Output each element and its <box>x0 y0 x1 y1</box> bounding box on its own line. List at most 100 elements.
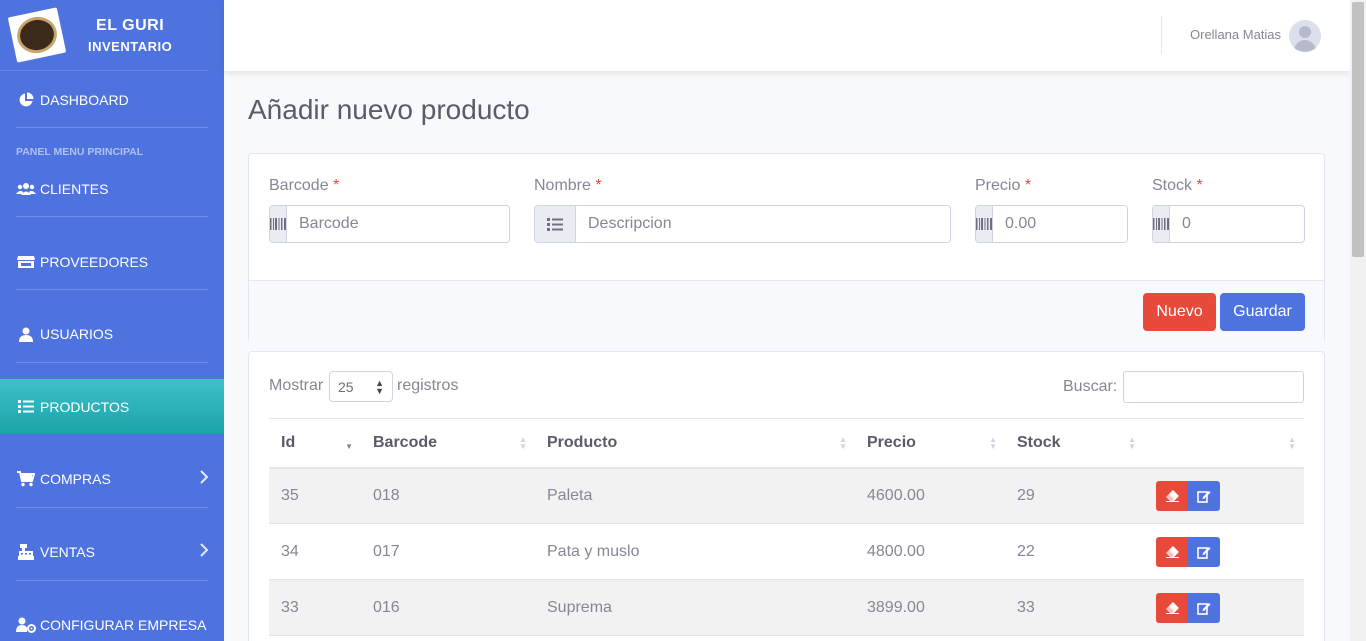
sidebar-item-clientes[interactable]: CLIENTES <box>0 177 224 201</box>
sort-icon: ▲ ▼ <box>1288 435 1296 451</box>
brand[interactable]: EL GURI INVENTARIO <box>0 0 208 71</box>
store-icon <box>16 254 36 270</box>
precio-input[interactable] <box>993 206 1127 242</box>
edit-button[interactable] <box>1188 536 1220 567</box>
barcode-input-group <box>269 205 510 243</box>
entries-select[interactable]: 25 ▲ ▼ <box>329 371 393 402</box>
topbar-divider <box>1161 16 1162 54</box>
sort-icon: ▲ ▼ <box>1128 435 1136 451</box>
nombre-input-group <box>534 205 951 243</box>
cell-id: 33 <box>269 579 361 636</box>
sidebar-heading: PANEL MENU PRINCIPAL <box>16 146 144 158</box>
edit-button[interactable] <box>1188 592 1220 623</box>
user-name[interactable]: Orellana Matias <box>1190 27 1281 42</box>
column-header-stock[interactable]: Stock ▲ ▼ <box>1005 418 1144 469</box>
cell-barcode: 017 <box>361 523 535 580</box>
form-footer: Nuevo Guardar <box>249 280 1324 343</box>
sidebar-item-label: COMPRAS <box>40 471 111 487</box>
cell-barcode: 018 <box>361 467 535 524</box>
column-header-barcode[interactable]: Barcode ▲ ▼ <box>361 418 535 469</box>
sidebar-item-proveedores[interactable]: PROVEEDORES <box>0 250 224 274</box>
nuevo-button[interactable]: Nuevo <box>1143 293 1216 331</box>
sidebar-divider <box>16 127 208 128</box>
delete-button[interactable] <box>1156 536 1188 567</box>
users-icon <box>16 181 36 197</box>
sidebar: EL GURI INVENTARIO DASHBOARD PANEL MENU … <box>0 0 224 641</box>
select-arrows-icon: ▲ ▼ <box>375 378 384 396</box>
cart-icon <box>16 471 36 487</box>
search-input[interactable] <box>1123 371 1304 403</box>
edit-button[interactable] <box>1188 480 1220 511</box>
cell-id: 35 <box>269 467 361 524</box>
column-header-actions[interactable]: ▲ ▼ <box>1144 418 1304 469</box>
cell-producto: Pata y muslo <box>535 523 855 580</box>
table-header-row: Id ▼ Barcode ▲ ▼ Producto ▲ ▼ Precio ▲ ▼ Stock ▲… <box>269 418 1304 469</box>
cell-precio: 4800.00 <box>855 523 1005 580</box>
products-table-card: Mostrar 25 ▲ ▼ registros Buscar: Id ▼ Barc… <box>248 351 1325 641</box>
cell-producto: Suprema <box>535 579 855 636</box>
scrollbar-thumb[interactable] <box>1352 2 1364 257</box>
column-header-producto[interactable]: Producto ▲ ▼ <box>535 418 855 469</box>
brand-name: EL GURI <box>96 16 165 34</box>
brand-logo <box>7 7 67 63</box>
edit-icon <box>1197 490 1211 503</box>
column-header-precio[interactable]: Precio ▲ ▼ <box>855 418 1005 469</box>
sort-icon: ▲ ▼ <box>989 435 997 451</box>
page-scrollbar[interactable] <box>1350 0 1366 641</box>
user-icon <box>16 326 36 342</box>
list-icon <box>16 399 36 415</box>
entries-select-value: 25 <box>338 378 354 395</box>
brand-subtitle: INVENTARIO <box>88 38 173 54</box>
guardar-button[interactable]: Guardar <box>1220 293 1305 331</box>
products-table: Id ▼ Barcode ▲ ▼ Producto ▲ ▼ Precio ▲ ▼ Stock ▲… <box>269 418 1304 636</box>
avatar[interactable] <box>1289 20 1321 52</box>
sidebar-divider <box>16 580 208 581</box>
sidebar-item-label: USUARIOS <box>40 326 114 342</box>
cell-producto: Paleta <box>535 467 855 524</box>
barcode-icon <box>976 206 993 242</box>
cell-id: 34 <box>269 523 361 580</box>
sidebar-item-label: PROVEEDORES <box>40 254 149 270</box>
sidebar-divider <box>16 216 208 217</box>
sidebar-divider <box>16 289 208 290</box>
users-cog-icon <box>16 617 36 633</box>
delete-button[interactable] <box>1156 592 1188 623</box>
sidebar-item-productos[interactable]: PRODUCTOS <box>0 379 224 434</box>
chevron-right-icon <box>200 542 209 562</box>
stock-input[interactable] <box>1170 206 1304 242</box>
sidebar-divider <box>16 362 208 363</box>
sort-icon: ▲ ▼ <box>839 435 847 451</box>
nombre-input[interactable] <box>576 206 950 242</box>
topbar: Orellana Matias <box>224 0 1350 71</box>
delete-button[interactable] <box>1156 480 1188 511</box>
chart-pie-icon <box>16 92 36 108</box>
precio-label: Precio * <box>975 177 1032 194</box>
sort-icon: ▼ <box>345 442 353 451</box>
sidebar-item-usuarios[interactable]: USUARIOS <box>0 322 224 346</box>
barcode-icon <box>1153 206 1170 242</box>
table-row: 34 017 Pata y muslo 4800.00 22 <box>269 523 1304 580</box>
nombre-label: Nombre * <box>534 177 602 194</box>
cell-stock: 29 <box>1005 467 1144 524</box>
stock-label: Stock * <box>1152 177 1203 194</box>
cell-barcode: 016 <box>361 579 535 636</box>
search-label: Buscar: <box>1063 378 1118 395</box>
column-header-id[interactable]: Id ▼ <box>269 418 361 469</box>
edit-icon <box>1197 546 1211 559</box>
cell-actions <box>1144 467 1304 524</box>
records-label: registros <box>397 377 459 394</box>
cell-precio: 3899.00 <box>855 579 1005 636</box>
product-form-card: Barcode * Nombre * Precio * Stock * Nuev… <box>248 153 1325 343</box>
edit-icon <box>1197 602 1211 615</box>
sidebar-item-label: DASHBOARD <box>40 92 129 108</box>
cell-actions <box>1144 579 1304 636</box>
sidebar-item-compras[interactable]: COMPRAS <box>0 467 224 491</box>
precio-input-group <box>975 205 1128 243</box>
chevron-right-icon <box>200 469 209 489</box>
barcode-input[interactable] <box>287 206 509 242</box>
sidebar-item-ventas[interactable]: VENTAS <box>0 540 224 564</box>
cell-stock: 22 <box>1005 523 1144 580</box>
sidebar-item-dashboard[interactable]: DASHBOARD <box>0 88 224 112</box>
sidebar-item-configurar-empresa[interactable]: CONFIGURAR EMPRESA <box>0 613 224 637</box>
eraser-icon <box>1165 545 1179 558</box>
